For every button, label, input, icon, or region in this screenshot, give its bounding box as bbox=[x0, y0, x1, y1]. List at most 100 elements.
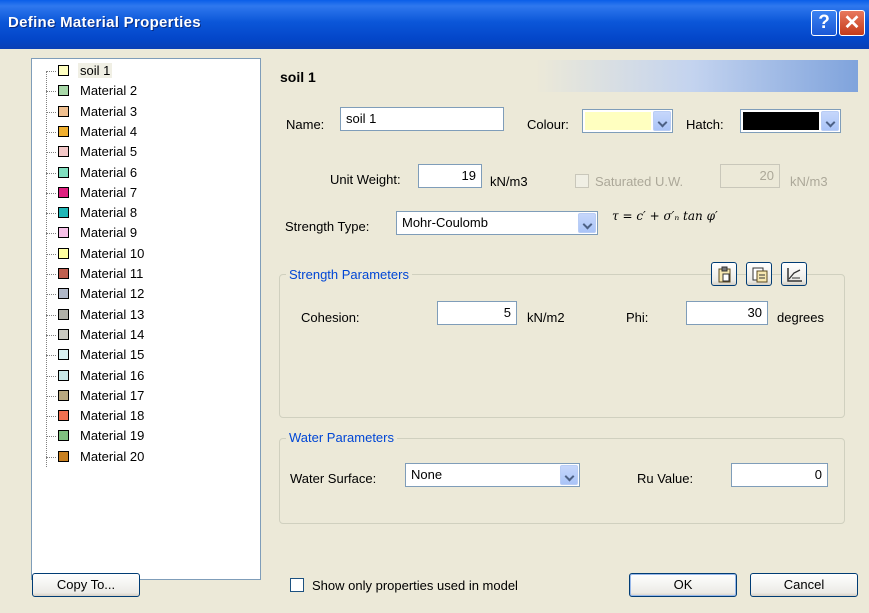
material-color-swatch bbox=[58, 65, 69, 76]
phi-field[interactable]: 30 bbox=[686, 301, 768, 325]
tree-item-label: Material 3 bbox=[80, 103, 138, 119]
cancel-button[interactable]: Cancel bbox=[750, 573, 858, 597]
tree-item-label: Material 13 bbox=[80, 306, 145, 322]
tree-item[interactable]: Material 7 bbox=[32, 184, 260, 202]
tree-item-label: Material 9 bbox=[80, 225, 138, 241]
material-color-swatch bbox=[58, 85, 69, 97]
chevron-down-icon[interactable] bbox=[653, 111, 671, 131]
tree-item[interactable]: Material 11 bbox=[32, 265, 260, 283]
material-color-swatch bbox=[58, 227, 69, 239]
tree-item[interactable]: Material 17 bbox=[32, 387, 260, 405]
paste-parameters-icon[interactable] bbox=[711, 262, 737, 286]
tree-item[interactable]: Material 6 bbox=[32, 164, 260, 182]
tree-connector bbox=[46, 172, 56, 174]
material-color-swatch bbox=[58, 146, 69, 158]
name-field[interactable]: soil 1 bbox=[340, 107, 504, 131]
help-button[interactable]: ? bbox=[811, 10, 837, 36]
water-surface-dropdown[interactable]: None bbox=[405, 463, 580, 487]
material-color-swatch bbox=[58, 430, 69, 442]
chevron-down-icon[interactable] bbox=[821, 111, 839, 131]
material-color-swatch bbox=[58, 328, 69, 340]
tree-item[interactable]: Material 9 bbox=[32, 224, 260, 242]
tree-item-label: Material 4 bbox=[80, 123, 138, 139]
window-title: Define Material Properties bbox=[8, 14, 201, 31]
unit-weight-unit: kN/m3 bbox=[490, 174, 528, 189]
hatch-dropdown[interactable] bbox=[740, 109, 841, 133]
hatch-label: Hatch: bbox=[686, 117, 724, 132]
cohesion-field[interactable]: 5 bbox=[437, 301, 517, 325]
tree-connector bbox=[46, 375, 56, 377]
dialog-window: Define Material Properties ? ✕ soil 1 Mat… bbox=[0, 0, 869, 613]
water-surface-value: None bbox=[411, 467, 443, 482]
water-surface-label: Water Surface: bbox=[290, 471, 377, 486]
material-color-swatch bbox=[58, 450, 69, 462]
close-button[interactable]: ✕ bbox=[839, 10, 865, 36]
tree-item-label: Material 18 bbox=[80, 408, 145, 424]
tree-item[interactable]: Material 5 bbox=[32, 143, 260, 161]
tree-item[interactable]: Material 20 bbox=[32, 448, 260, 466]
tree-connector bbox=[46, 274, 56, 275]
material-color-swatch bbox=[58, 105, 69, 117]
tree-connector bbox=[46, 192, 56, 194]
colour-dropdown[interactable] bbox=[582, 109, 673, 133]
cohesion-unit: kN/m2 bbox=[527, 310, 565, 325]
copy-to-button[interactable]: Copy To... bbox=[32, 573, 140, 597]
saturated-checkbox[interactable] bbox=[575, 174, 589, 188]
tree-item-label: Material 2 bbox=[80, 83, 138, 99]
tree-item[interactable]: Material 4 bbox=[32, 123, 260, 141]
tree-item[interactable]: Material 15 bbox=[32, 346, 260, 364]
tree-item[interactable]: Material 12 bbox=[32, 285, 260, 303]
material-header-title: soil 1 bbox=[280, 69, 316, 85]
title-bar: Define Material Properties ? ✕ bbox=[0, 0, 869, 49]
tree-item[interactable]: Material 8 bbox=[32, 204, 260, 222]
tree-item-label: Material 14 bbox=[80, 326, 145, 342]
tree-connector bbox=[46, 152, 56, 154]
tree-connector bbox=[46, 294, 56, 296]
saturated-label: Saturated U.W. bbox=[595, 174, 684, 189]
unit-weight-field[interactable]: 19 bbox=[418, 164, 482, 188]
strength-parameters-group bbox=[279, 274, 845, 418]
material-color-swatch bbox=[58, 308, 69, 320]
tree-connector bbox=[46, 213, 56, 215]
hatch-swatch bbox=[743, 112, 819, 130]
show-only-checkbox[interactable] bbox=[290, 578, 304, 592]
material-color-swatch bbox=[58, 125, 69, 137]
tree-item[interactable]: soil 1 bbox=[32, 62, 260, 80]
colour-label: Colour: bbox=[527, 117, 569, 132]
tree-item-label: Material 20 bbox=[80, 448, 145, 464]
copy-parameters-icon[interactable] bbox=[746, 262, 772, 286]
tree-connector bbox=[46, 233, 56, 235]
tree-item[interactable]: Material 2 bbox=[32, 82, 260, 100]
material-color-swatch bbox=[58, 410, 69, 422]
tree-item[interactable]: Material 3 bbox=[32, 103, 260, 121]
tree-connector bbox=[46, 253, 56, 255]
tree-item[interactable]: Material 13 bbox=[32, 306, 260, 324]
saturated-field[interactable]: 20 bbox=[720, 164, 780, 188]
tree-item-label: Material 5 bbox=[80, 144, 138, 160]
tree-item[interactable]: Material 16 bbox=[32, 367, 260, 385]
show-only-label: Show only properties used in model bbox=[312, 578, 518, 593]
chevron-down-icon[interactable] bbox=[560, 465, 578, 485]
tree-item[interactable]: Material 19 bbox=[32, 427, 260, 445]
tree-connector bbox=[46, 131, 56, 133]
tree-item-label: Material 10 bbox=[80, 245, 145, 261]
tree-item-label: Material 8 bbox=[80, 205, 138, 221]
graph-strength-icon[interactable] bbox=[781, 262, 807, 286]
tree-item-label: Material 16 bbox=[80, 367, 145, 383]
tree-item[interactable]: Material 10 bbox=[32, 245, 260, 263]
material-header: soil 1 bbox=[271, 60, 858, 92]
strength-type-dropdown[interactable]: Mohr-Coulomb bbox=[396, 211, 598, 235]
tree-item[interactable]: Material 18 bbox=[32, 407, 260, 425]
tree-item-label: soil 1 bbox=[78, 63, 113, 78]
tree-item-label: Material 7 bbox=[80, 184, 138, 200]
material-tree[interactable]: soil 1 Material 2 Material 3 Material 4 Mate… bbox=[31, 58, 261, 580]
tree-item[interactable]: Material 14 bbox=[32, 326, 260, 344]
tree-connector bbox=[46, 456, 56, 458]
ok-button[interactable]: OK bbox=[629, 573, 737, 597]
phi-unit: degrees bbox=[777, 310, 824, 325]
tree-connector bbox=[46, 355, 56, 357]
chevron-down-icon[interactable] bbox=[578, 213, 596, 233]
ru-value-field[interactable]: 0 bbox=[731, 463, 828, 487]
tree-item-label: Material 19 bbox=[80, 428, 145, 444]
tree-connector bbox=[46, 395, 56, 397]
